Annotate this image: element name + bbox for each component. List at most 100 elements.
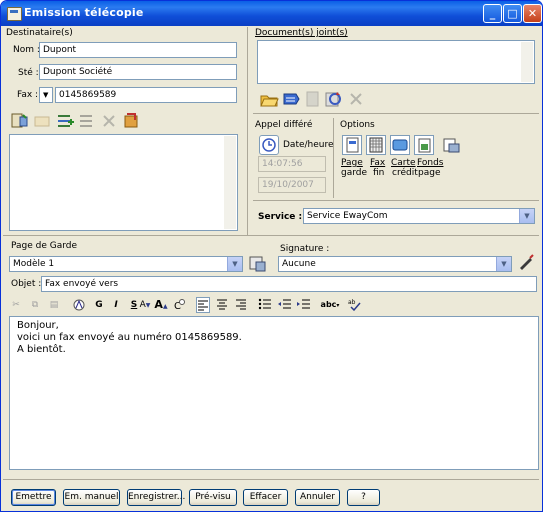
- recipient-card-icon[interactable]: [32, 111, 52, 131]
- fax-window: Emission télécopie _ □ ✕ Destinataire(s)…: [0, 0, 543, 512]
- recipients-list[interactable]: [9, 134, 238, 231]
- font-smaller-icon[interactable]: A▼: [137, 297, 153, 313]
- delete-recipient-icon[interactable]: [99, 111, 119, 131]
- svg-text:ab: ab: [348, 299, 356, 306]
- ste-label: Sté :: [18, 68, 39, 78]
- deferred-call-label: Appel différé: [255, 120, 313, 130]
- documents-list[interactable]: [257, 40, 535, 84]
- fax-number-input[interactable]: 0145869589: [55, 87, 237, 103]
- option-label-cover-2: garde: [341, 168, 368, 178]
- font-larger-icon[interactable]: A▲: [153, 297, 169, 313]
- cover-page-value: Modèle 1: [13, 259, 55, 269]
- option-label-endfax-2: fin: [373, 168, 385, 178]
- spell-check-icon[interactable]: ab: [348, 297, 362, 313]
- save-button[interactable]: Enregistrer...: [127, 489, 185, 506]
- font-color-icon[interactable]: C: [172, 297, 186, 313]
- font-icon[interactable]: [71, 297, 87, 313]
- decrease-indent-icon[interactable]: [277, 297, 291, 313]
- help-button[interactable]: ?: [347, 489, 380, 506]
- deferred-time-input[interactable]: 14:07:56: [258, 156, 326, 172]
- chevron-down-icon: ▼: [496, 257, 511, 271]
- scan-document-icon[interactable]: [281, 89, 301, 109]
- maximize-button[interactable]: □: [503, 4, 522, 23]
- cut-icon[interactable]: ✂: [9, 297, 23, 313]
- message-line-1: Bonjour,: [17, 320, 59, 331]
- option-print-icon[interactable]: [441, 135, 461, 155]
- cover-page-dropdown[interactable]: Modèle 1 ▼: [9, 256, 243, 272]
- option-label-card-2: crédit: [392, 168, 418, 178]
- service-label: Service :: [258, 212, 303, 222]
- bold-button[interactable]: G: [93, 297, 105, 313]
- recipients-section-label: Destinataire(s): [6, 28, 73, 38]
- signature-value: Aucune: [282, 259, 316, 269]
- title-bar[interactable]: Emission télécopie _ □ ✕: [1, 1, 542, 26]
- ste-input[interactable]: Dupont Société: [39, 64, 237, 80]
- option-cover-page-icon[interactable]: [342, 135, 362, 155]
- signature-label: Signature :: [280, 244, 330, 254]
- fax-type-dropdown[interactable]: ▼: [39, 87, 53, 103]
- align-center-icon[interactable]: [215, 297, 229, 313]
- refresh-document-icon[interactable]: [323, 89, 343, 109]
- send-button[interactable]: Emettre: [11, 489, 56, 506]
- documents-scrollbar[interactable]: [521, 42, 533, 82]
- fax-label: Fax :: [17, 90, 39, 100]
- address-book-icon[interactable]: [9, 111, 29, 131]
- edit-signature-icon[interactable]: [516, 252, 536, 272]
- manual-send-button[interactable]: Em. manuel: [63, 489, 120, 506]
- window-title: Emission télécopie: [24, 6, 144, 19]
- close-button[interactable]: ✕: [523, 4, 542, 23]
- signature-dropdown[interactable]: Aucune ▼: [278, 256, 512, 272]
- chevron-down-icon: ▼: [43, 91, 49, 99]
- option-credit-card-icon[interactable]: [390, 135, 410, 155]
- vertical-separator: [247, 27, 248, 235]
- cancel-button[interactable]: Annuler: [295, 489, 340, 506]
- nom-input[interactable]: Dupont: [39, 42, 237, 58]
- italic-spacer: [111, 297, 123, 313]
- remove-recipient-list-icon[interactable]: [77, 111, 97, 131]
- fax-app-icon: [7, 7, 22, 21]
- option-end-fax-icon[interactable]: [366, 135, 386, 155]
- message-line-3: A bientôt.: [17, 344, 66, 355]
- option-label-endfax-1: Fax: [370, 158, 386, 168]
- main-separator: [3, 235, 539, 236]
- import-recipients-icon[interactable]: [121, 111, 141, 131]
- option-label-card-1: Carte: [391, 158, 416, 168]
- subject-input[interactable]: Fax envoyé vers: [41, 276, 537, 292]
- add-recipient-list-icon[interactable]: [55, 111, 75, 131]
- minimize-button[interactable]: _: [483, 4, 502, 23]
- chevron-down-icon: ▼: [227, 257, 242, 271]
- open-folder-icon[interactable]: [259, 89, 279, 109]
- deferred-call-toggle[interactable]: [259, 135, 279, 155]
- option-label-cover-1: Page: [341, 158, 363, 168]
- option-label-bg-1: Fonds: [417, 158, 444, 168]
- message-line-2: voici un fax envoyé au numéro 0145869589…: [17, 332, 242, 343]
- service-dropdown[interactable]: Service EwayCom ▼: [303, 208, 535, 224]
- copy-icon[interactable]: ⧉: [28, 297, 42, 313]
- align-right-icon[interactable]: [234, 297, 248, 313]
- date-time-label: Date/heure: [283, 140, 334, 150]
- cover-page-label: Page de Garde: [11, 241, 78, 251]
- edit-cover-page-icon[interactable]: [247, 253, 267, 273]
- deferred-separator: [333, 118, 334, 198]
- recipients-scrollbar[interactable]: [224, 136, 236, 229]
- document-properties-icon[interactable]: [303, 89, 323, 109]
- bottom-separator: [3, 479, 539, 480]
- chevron-down-icon: ▼: [519, 209, 534, 223]
- option-page-background-icon[interactable]: [414, 135, 434, 155]
- bullet-list-icon[interactable]: [258, 297, 272, 313]
- documents-section-label: Document(s) joint(s): [255, 28, 348, 38]
- clear-button[interactable]: Effacer: [243, 489, 288, 506]
- increase-indent-icon[interactable]: [296, 297, 310, 313]
- options-separator: [253, 200, 539, 201]
- spelling-language-button[interactable]: abc▾: [319, 297, 341, 313]
- doc-separator: [253, 113, 539, 114]
- deferred-date-input[interactable]: 19/10/2007: [258, 177, 326, 193]
- paste-icon[interactable]: ▤: [47, 297, 61, 313]
- abc-label: abc: [320, 300, 337, 309]
- message-body-editor[interactable]: Bonjour, voici un fax envoyé au numéro 0…: [9, 316, 539, 470]
- subject-label: Objet :: [11, 279, 42, 289]
- service-value: Service EwayCom: [307, 211, 388, 221]
- preview-button[interactable]: Pré-visu: [189, 489, 237, 506]
- align-left-icon[interactable]: [196, 297, 210, 313]
- remove-document-icon[interactable]: [346, 89, 366, 109]
